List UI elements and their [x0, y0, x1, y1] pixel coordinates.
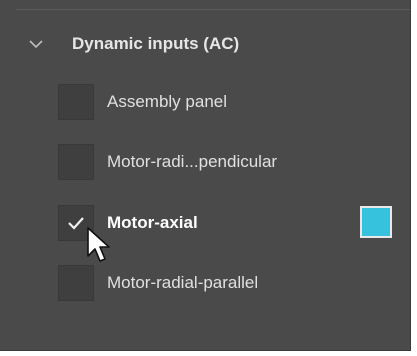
- item-label: Motor-radi...pendicular: [107, 152, 278, 171]
- list-item-assembly-panel[interactable]: Assembly panel: [58, 83, 400, 121]
- list-item-motor-axial[interactable]: Motor-axial: [58, 204, 400, 242]
- item-label: Motor-axial: [107, 213, 198, 232]
- list-item-motor-radial-parallel[interactable]: Motor-radial-parallel: [58, 264, 400, 302]
- item-label: Assembly panel: [107, 92, 228, 111]
- item-label: Motor-radial-parallel: [107, 273, 259, 292]
- checkbox-motor-radial-parallel[interactable]: [58, 265, 94, 301]
- checkbox-motor-axial[interactable]: [58, 205, 94, 241]
- chevron-down-icon[interactable]: [28, 36, 44, 52]
- divider: [16, 9, 410, 10]
- section-title: Dynamic inputs (AC): [72, 34, 240, 53]
- checkbox-assembly-panel[interactable]: [58, 84, 94, 120]
- list-item-motor-radial-perpendicular[interactable]: Motor-radi...pendicular: [58, 143, 400, 181]
- color-swatch[interactable]: [360, 206, 392, 238]
- section-header-dynamic-inputs[interactable]: Dynamic inputs (AC): [28, 28, 400, 60]
- dynamic-inputs-panel: Dynamic inputs (AC) Assembly panel Motor…: [0, 0, 411, 351]
- checkbox-motor-radial-perpendicular[interactable]: [58, 144, 94, 180]
- checkmark-icon: [68, 217, 84, 230]
